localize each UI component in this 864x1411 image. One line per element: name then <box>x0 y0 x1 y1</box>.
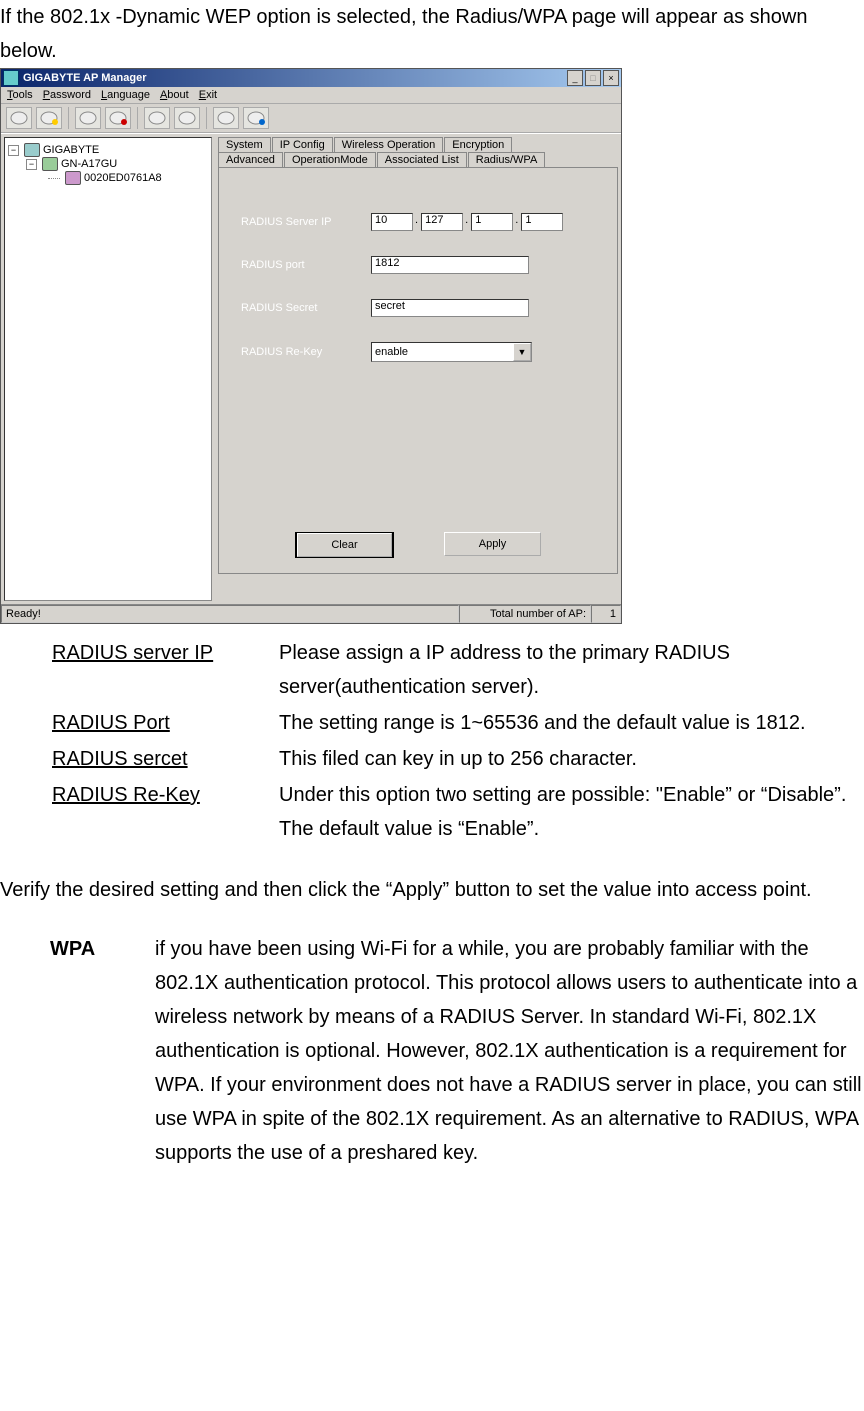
tool-icon[interactable] <box>213 107 239 129</box>
client-area: − GIGABYTE − GN-A17GU 0020ED0761A8 Syste… <box>1 133 621 604</box>
tab-system[interactable]: System <box>218 137 271 152</box>
input-radius-port[interactable]: 1812 <box>371 256 529 274</box>
window-title: GIGABYTE AP Manager <box>19 72 565 84</box>
clear-button-label: Clear <box>297 533 392 557</box>
ip-input-group: 10. 127. 1. 1 <box>371 213 565 231</box>
select-value: enable <box>375 346 408 358</box>
desc-text-port: The setting range is 1~65536 and the def… <box>279 706 862 740</box>
tool-icon[interactable] <box>243 107 269 129</box>
device-icon <box>42 157 58 171</box>
wpa-text: if you have been using Wi-Fi for a while… <box>155 932 864 1170</box>
tab-row-2: Advanced OperationMode Associated List R… <box>218 152 618 167</box>
status-ready: Ready! <box>1 605 459 623</box>
clear-button[interactable]: Clear <box>295 532 394 558</box>
tab-advanced[interactable]: Advanced <box>218 152 283 167</box>
desc-label-ip: RADIUS server IP <box>52 636 277 704</box>
menu-bar: Tools Password Language About Exit <box>1 87 621 104</box>
tab-radius[interactable]: Radius/WPA <box>468 152 546 167</box>
tool-icon[interactable] <box>144 107 170 129</box>
menu-tools[interactable]: Tools <box>7 89 33 101</box>
tree-root-label: GIGABYTE <box>43 144 99 156</box>
menu-exit[interactable]: Exit <box>199 89 217 101</box>
toolbar <box>1 104 621 133</box>
wpa-section: WPA if you have been using Wi-Fi for a w… <box>50 932 864 1170</box>
desc-text-secret: This filed can key in up to 256 characte… <box>279 742 862 776</box>
apply-button[interactable]: Apply <box>444 532 541 556</box>
tab-panel: RADIUS Server IP 10. 127. 1. 1 RADIUS po… <box>218 167 618 574</box>
input-radius-secret[interactable]: secret <box>371 299 529 317</box>
row-radius-ip: RADIUS Server IP 10. 127. 1. 1 <box>241 213 595 231</box>
row-radius-port: RADIUS port 1812 <box>241 256 595 274</box>
label-radius-port: RADIUS port <box>241 259 371 271</box>
desc-text-ip: Please assign a IP address to the primar… <box>279 636 862 704</box>
label-radius-rekey: RADIUS Re-Key <box>241 346 371 358</box>
select-radius-rekey[interactable]: enable ▼ <box>371 342 532 362</box>
status-bar: Ready! Total number of AP: 1 <box>1 604 621 623</box>
desc-label-rekey: RADIUS Re-Key <box>52 778 277 846</box>
intro-text: If the 802.1x -Dynamic WEP option is sel… <box>0 0 864 68</box>
row-radius-rekey: RADIUS Re-Key enable ▼ <box>241 342 595 362</box>
tool-icon[interactable] <box>6 107 32 129</box>
app-icon <box>3 70 19 86</box>
close-button[interactable]: × <box>603 70 619 86</box>
desc-label-port: RADIUS Port <box>52 706 277 740</box>
ip-octet-1[interactable]: 10 <box>371 213 413 231</box>
maximize-button[interactable]: □ <box>585 70 601 86</box>
separator <box>206 107 207 129</box>
main-panel: System IP Config Wireless Operation Encr… <box>218 137 618 601</box>
tree-child1-label: GN-A17GU <box>61 158 117 170</box>
tab-assoc[interactable]: Associated List <box>377 152 467 167</box>
separator <box>137 107 138 129</box>
tool-icon[interactable] <box>105 107 131 129</box>
minimize-button[interactable]: _ <box>567 70 583 86</box>
status-ap-number: 1 <box>591 605 621 623</box>
tree-root[interactable]: − GIGABYTE <box>8 143 208 157</box>
tab-encryption[interactable]: Encryption <box>444 137 512 152</box>
title-bar: GIGABYTE AP Manager _ □ × <box>1 69 621 87</box>
tool-icon[interactable] <box>36 107 62 129</box>
description-table: RADIUS server IP Please assign a IP addr… <box>50 634 864 848</box>
ip-octet-4[interactable]: 1 <box>521 213 563 231</box>
app-window: GIGABYTE AP Manager _ □ × Tools Password… <box>0 68 622 624</box>
label-radius-secret: RADIUS Secret <box>241 302 371 314</box>
verify-text: Verify the desired setting and then clic… <box>0 873 864 907</box>
ip-octet-2[interactable]: 127 <box>421 213 463 231</box>
tool-icon[interactable] <box>174 107 200 129</box>
tree-child2-label: 0020ED0761A8 <box>84 172 162 184</box>
device-icon <box>65 171 81 185</box>
tree-view[interactable]: − GIGABYTE − GN-A17GU 0020ED0761A8 <box>4 137 212 601</box>
collapse-icon[interactable]: − <box>8 145 19 156</box>
tab-opmode[interactable]: OperationMode <box>284 152 376 167</box>
desc-text-rekey: Under this option two setting are possib… <box>279 778 862 846</box>
device-icon <box>24 143 40 157</box>
wpa-label: WPA <box>50 932 155 1170</box>
separator <box>68 107 69 129</box>
tab-wireless[interactable]: Wireless Operation <box>334 137 444 152</box>
tab-ipconfig[interactable]: IP Config <box>272 137 333 152</box>
tree-child2[interactable]: 0020ED0761A8 <box>48 171 208 185</box>
collapse-icon[interactable]: − <box>26 159 37 170</box>
tool-icon[interactable] <box>75 107 101 129</box>
tree-child1[interactable]: − GN-A17GU <box>26 157 208 171</box>
status-ap-label: Total number of AP: <box>459 605 591 623</box>
chevron-down-icon[interactable]: ▼ <box>513 343 531 361</box>
menu-about[interactable]: About <box>160 89 189 101</box>
button-row: Clear Apply <box>219 532 617 558</box>
label-radius-ip: RADIUS Server IP <box>241 216 371 228</box>
ip-octet-3[interactable]: 1 <box>471 213 513 231</box>
tree-connector <box>48 178 60 179</box>
row-radius-secret: RADIUS Secret secret <box>241 299 595 317</box>
desc-label-secret: RADIUS sercet <box>52 742 277 776</box>
menu-password[interactable]: Password <box>43 89 91 101</box>
menu-language[interactable]: Language <box>101 89 150 101</box>
tab-row-1: System IP Config Wireless Operation Encr… <box>218 137 618 152</box>
